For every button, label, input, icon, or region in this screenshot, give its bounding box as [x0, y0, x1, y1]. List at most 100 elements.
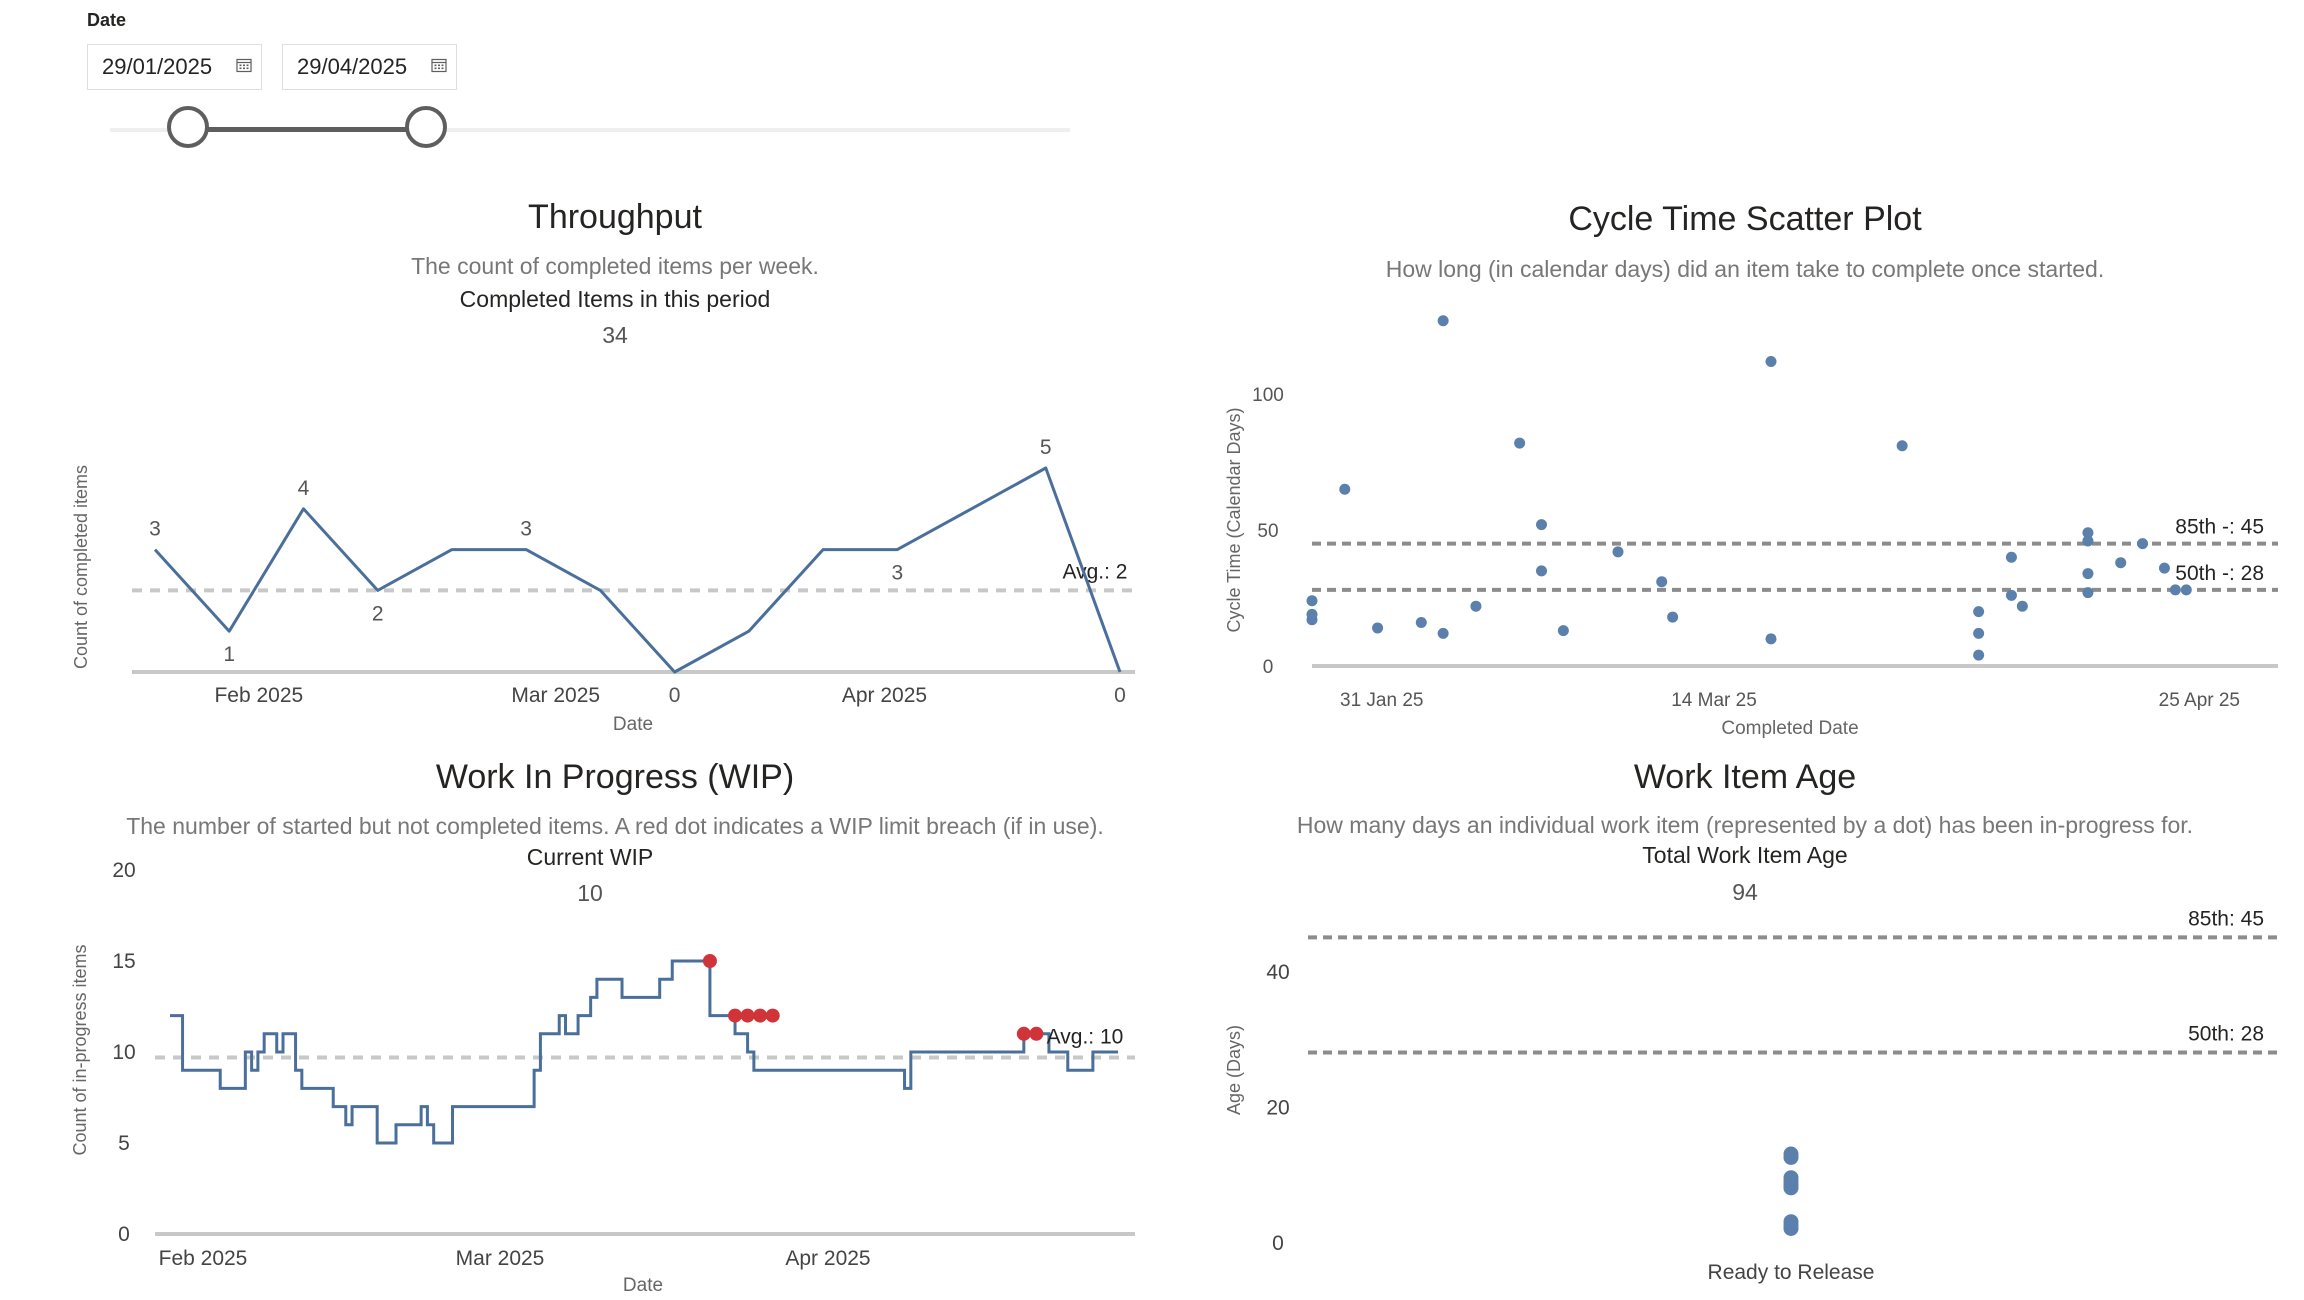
x-tick-label: 14 Mar 25: [1671, 690, 1757, 711]
end-date-value: 29/04/2025: [297, 54, 408, 79]
x-tick-label: Feb 2025: [159, 1247, 248, 1270]
start-date-input[interactable]: 29/01/2025: [87, 44, 262, 90]
slider-end-handle[interactable]: [405, 106, 447, 148]
scatter-point: [1437, 627, 1449, 639]
wip-breach-dot: [728, 1008, 743, 1023]
average-label: Avg.: 2: [1063, 560, 1128, 583]
cycle-time-subtitle: How long (in calendar days) did an item …: [1385, 256, 2105, 282]
data-label: 3: [520, 518, 532, 541]
start-date-value: 29/01/2025: [102, 54, 213, 79]
percentile-label: 85th: 45: [2188, 907, 2264, 930]
scatter-point: [1612, 546, 1624, 558]
scatter-point: [2005, 589, 2017, 601]
work-item-age-kpi-label: Total Work Item Age: [1642, 842, 1848, 868]
scatter-point: [1372, 622, 1384, 634]
data-label: 1: [223, 643, 235, 666]
work-item-age-chart: 0 20 40 85th: 45 50th: 28 Ready to Release Age…: [1224, 907, 2278, 1284]
scatter-point: [1973, 649, 1985, 661]
scatter-point: [1514, 437, 1526, 449]
data-label: 0: [669, 684, 681, 707]
throughput-title: Throughput: [528, 198, 702, 236]
wip-subtitle: The number of started but not completed …: [126, 813, 1104, 839]
data-label: 2: [372, 602, 384, 625]
throughput-subtitle: The count of completed items per week.: [411, 253, 819, 279]
y-tick-label: 15: [112, 950, 135, 973]
scatter-point: [2082, 527, 2094, 539]
percentile-label: 85th -: 45: [2175, 516, 2264, 539]
scatter-point: [1306, 614, 1318, 626]
scatter-point: [2158, 562, 2170, 574]
slider-start-handle[interactable]: [167, 106, 209, 148]
y-tick-label: 100: [1252, 385, 1284, 406]
cycle-time-chart: 0 50 100 85th -: 45 50th -: 28 31 Jan 25 14 Ma…: [1224, 315, 2278, 739]
wip-breach-dot: [702, 954, 717, 968]
work-item-age-subtitle: How many days an individual work item (r…: [1296, 812, 2194, 838]
scatter-point: [1306, 595, 1318, 607]
scatter-point: [2169, 584, 2181, 596]
scatter-point: [1415, 617, 1427, 628]
scatter-point: [1437, 315, 1449, 327]
data-label: 4: [298, 477, 310, 500]
work-item-age-title: Work Item Age: [1633, 758, 1857, 796]
scatter-point: [1470, 600, 1482, 612]
date-filter-label: Date: [87, 10, 127, 30]
y-tick-label: 10: [112, 1041, 135, 1064]
x-tick-label: Mar 2025: [511, 684, 600, 707]
age-point: [1783, 1180, 1799, 1196]
wip-series-line: [170, 959, 1118, 1145]
wip-breach-dot: [1016, 1026, 1031, 1041]
age-point: [1783, 1220, 1799, 1236]
wip-breach-dot: [1029, 1026, 1044, 1041]
x-axis-title: Date: [623, 1275, 663, 1296]
percentile-label: 50th: 28: [2188, 1022, 2264, 1045]
scatter-point: [2137, 538, 2149, 550]
age-point: [1783, 1149, 1799, 1165]
scatter-point: [1973, 627, 1985, 639]
scatter-point: [2082, 587, 2094, 599]
y-tick-label: 40: [1266, 961, 1289, 984]
x-tick-label: 31 Jan 25: [1340, 690, 1423, 711]
data-label: 0: [1114, 684, 1126, 707]
x-tick-label: Mar 2025: [456, 1247, 545, 1270]
scatter-point: [2082, 568, 2094, 580]
data-label: 5: [1040, 436, 1052, 459]
calendar-icon[interactable]: [236, 57, 252, 73]
y-tick-label: 0: [1263, 657, 1274, 678]
scatter-point: [2115, 557, 2127, 569]
throughput-chart: Avg.: 2 3 1 4 2 3 0 3 5 0 Feb 2025 Mar 2025 Apr 2025…: [71, 436, 1135, 735]
y-tick-label: 0: [118, 1223, 130, 1246]
y-axis-title: Cycle Time (Calendar Days): [1224, 407, 1244, 632]
scatter-point: [2005, 551, 2017, 563]
x-tick-label: Feb 2025: [214, 684, 303, 707]
scatter-point: [1656, 576, 1668, 588]
scatter-point: [1765, 356, 1777, 367]
x-tick-label: Apr 2025: [842, 684, 927, 707]
y-axis-title: Age (Days): [1224, 1025, 1244, 1115]
throughput-kpi-label: Completed Items in this period: [459, 286, 771, 312]
x-axis-title: Date: [613, 714, 653, 735]
scatter-point: [1339, 483, 1351, 495]
wip-title: Work In Progress (WIP): [435, 758, 795, 796]
scatter-point: [1765, 633, 1777, 645]
x-tick-label: 25 Apr 25: [2159, 690, 2240, 711]
y-tick-label: 50: [1257, 521, 1278, 542]
calendar-icon[interactable]: [431, 57, 447, 73]
cycle-time-title: Cycle Time Scatter Plot: [1568, 200, 1922, 238]
wip-breach-dot: [740, 1008, 755, 1023]
scatter-point: [1536, 565, 1547, 577]
wip-breach-dot: [765, 1008, 780, 1023]
y-axis-title: Count of in-progress items: [70, 944, 90, 1155]
end-date-input[interactable]: 29/04/2025: [282, 44, 457, 90]
y-tick-label: 20: [1266, 1097, 1289, 1120]
scatter-point: [1896, 440, 1908, 452]
average-label: Avg.: 10: [1047, 1025, 1124, 1048]
x-axis-title: Completed Date: [1721, 718, 1858, 739]
wip-chart: 0 5 10 15 20 Avg.: 10 Feb 2025 Mar 2025 Apr 2025…: [70, 859, 1135, 1296]
scatter-point: [2180, 584, 2192, 596]
y-tick-label: 0: [1272, 1232, 1284, 1255]
y-tick-label: 20: [112, 859, 135, 882]
scatter-point: [1667, 611, 1679, 623]
percentile-label: 50th -: 28: [2175, 562, 2264, 585]
x-category-label: Ready to Release: [1708, 1261, 1875, 1284]
scatter-point: [1973, 606, 1985, 618]
